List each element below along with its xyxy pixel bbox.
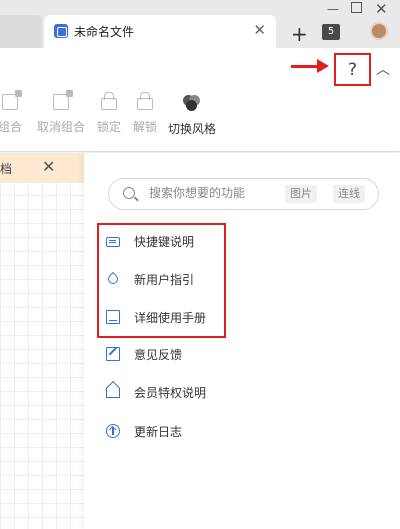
switch-style-tool[interactable]: 切换风格 [168, 94, 216, 137]
lock-tool[interactable]: 锁定 [97, 92, 122, 135]
canvas-area[interactable] [0, 153, 84, 529]
tab-count-badge[interactable]: 5 [322, 24, 340, 40]
menu-item-changelog[interactable]: 更新日志 [106, 420, 182, 442]
menu-item-label: 新用户指引 [134, 272, 195, 287]
menu-item-new-user-guide[interactable]: 新用户指引 [105, 268, 195, 290]
new-tab-icon[interactable]: + [291, 22, 308, 46]
search-tag-connectors[interactable]: 连线 [333, 185, 365, 203]
search-input[interactable] [149, 186, 269, 200]
crown-icon [106, 388, 120, 398]
previous-tab[interactable] [0, 15, 42, 48]
menu-item-label: 详细使用手册 [134, 310, 207, 325]
menu-item-manual[interactable]: 详细使用手册 [106, 306, 206, 328]
doc-notice-bar: 档 ✕ [0, 153, 84, 183]
feedback-icon [106, 347, 120, 361]
maximize-icon[interactable] [351, 2, 362, 13]
avatar[interactable] [370, 22, 388, 40]
menu-item-label: 会员特权说明 [134, 385, 207, 400]
menu-item-label: 快捷键说明 [134, 234, 195, 249]
ungroup-tool[interactable]: 取消组合 [37, 90, 86, 135]
tab-title: 未命名文件 [74, 25, 135, 39]
unlock-icon [137, 92, 153, 110]
arrow-icon [291, 59, 329, 73]
ungroup-icon [53, 90, 73, 110]
tool-label: 组合 [0, 120, 23, 134]
doc-notice-text: 档 [0, 162, 13, 176]
lock-icon [101, 92, 117, 110]
help-button[interactable]: ? [334, 53, 371, 86]
update-icon [106, 424, 120, 438]
tool-label: 解锁 [133, 120, 158, 134]
manual-icon [106, 310, 120, 324]
menu-item-label: 意见反馈 [134, 347, 183, 362]
menu-item-feedback[interactable]: 意见反馈 [106, 343, 182, 365]
help-icon[interactable]: ? [336, 60, 369, 80]
app-icon [54, 24, 68, 38]
menu-item-membership[interactable]: 会员特权说明 [106, 381, 206, 403]
search-icon [123, 187, 135, 199]
unlock-tool[interactable]: 解锁 [133, 92, 158, 135]
search-box[interactable]: 图片 连线 [108, 178, 379, 210]
keyboard-icon [106, 236, 120, 247]
help-panel: 图片 连线 快捷键说明 新用户指引 详细使用手册 意见反馈 会员特权说明 更新日… [84, 153, 400, 529]
tool-label: 切换风格 [168, 122, 217, 136]
tool-label: 锁定 [97, 120, 122, 134]
guide-icon [105, 271, 121, 287]
tab-close-icon[interactable]: ✕ [253, 21, 266, 39]
group-icon [2, 90, 22, 110]
chevron-up-icon[interactable]: ︿ [376, 59, 390, 79]
menu-item-shortcuts[interactable]: 快捷键说明 [106, 230, 194, 252]
browser-tab-bar: 未命名文件 ✕ — ✕ + 5 [0, 0, 400, 48]
active-tab[interactable]: 未命名文件 ✕ [44, 15, 276, 48]
group-tool[interactable]: 组合 [0, 90, 23, 135]
style-icon [183, 94, 201, 112]
minimize-icon[interactable]: — [327, 2, 339, 16]
menu-item-label: 更新日志 [134, 424, 183, 439]
tool-label: 取消组合 [37, 120, 86, 134]
search-tag-images[interactable]: 图片 [285, 185, 317, 203]
toolbar: ? ︿ 组合 取消组合 锁定 解锁 切换风格 [0, 48, 400, 152]
window-close-icon[interactable]: ✕ [375, 0, 388, 18]
close-icon[interactable]: ✕ [42, 157, 55, 176]
